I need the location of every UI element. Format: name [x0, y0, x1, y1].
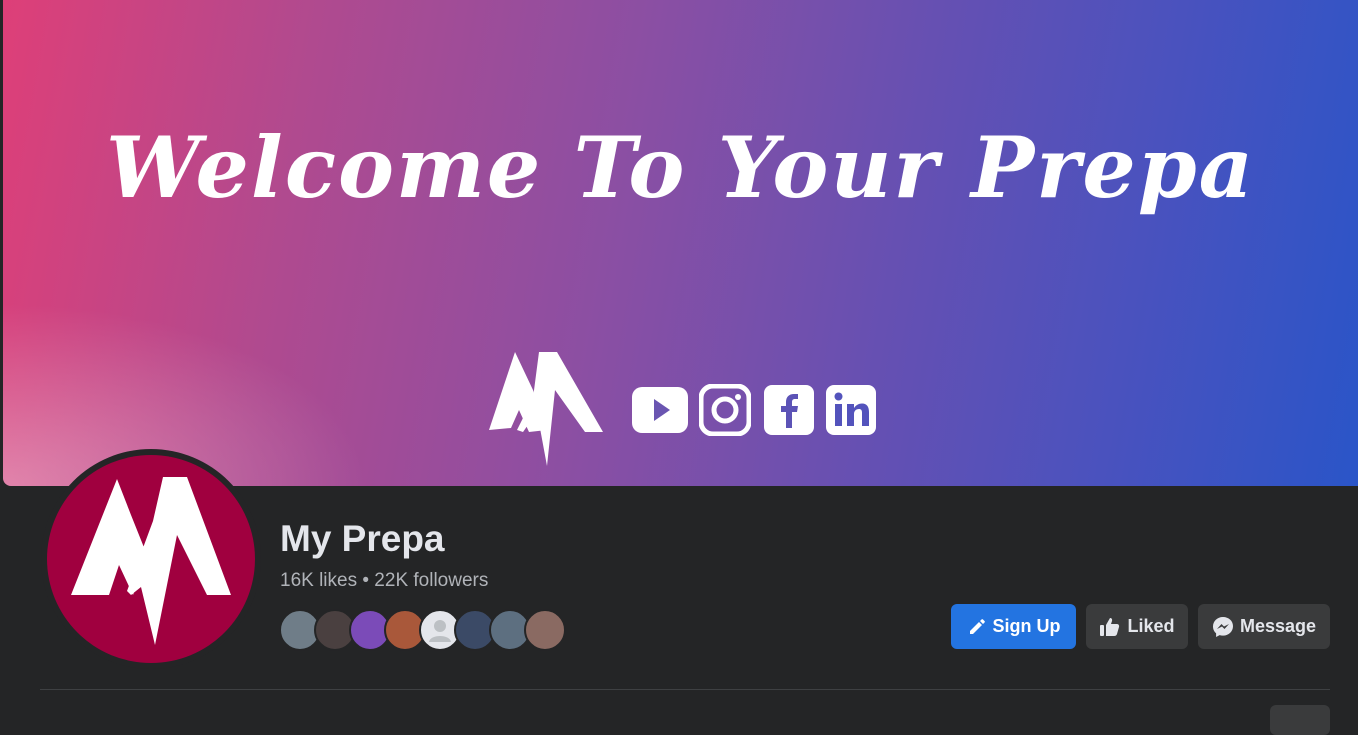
- page-title: My Prepa: [280, 518, 445, 559]
- youtube-icon: [632, 387, 688, 433]
- page-stats[interactable]: 16K likes • 22K followers: [280, 570, 488, 592]
- liked-label: Liked: [1127, 616, 1175, 636]
- profile-divider: [40, 689, 1330, 690]
- sign-up-label: Sign Up: [992, 616, 1061, 636]
- cover-title: Welcome To Your Prepa: [105, 118, 1255, 217]
- messenger-icon: [1212, 616, 1233, 637]
- more-options-button[interactable]: [1270, 705, 1330, 735]
- friend-avatar[interactable]: [524, 609, 566, 651]
- facebook-icon: [764, 385, 814, 435]
- my-prepa-logo-icon: [489, 352, 603, 466]
- cover-photo[interactable]: Welcome To Your Prepa: [3, 0, 1358, 486]
- thumbs-up-icon: [1100, 617, 1120, 636]
- message-label: Message: [1239, 616, 1317, 636]
- liked-button[interactable]: Liked: [1086, 604, 1188, 649]
- linkedin-icon: [826, 385, 876, 435]
- my-prepa-avatar-logo-icon: [71, 477, 231, 645]
- instagram-icon: [699, 384, 751, 436]
- pencil-icon: [969, 618, 985, 634]
- sign-up-button[interactable]: Sign Up: [951, 604, 1076, 649]
- message-button[interactable]: Message: [1198, 604, 1330, 649]
- page-avatar[interactable]: [47, 455, 255, 663]
